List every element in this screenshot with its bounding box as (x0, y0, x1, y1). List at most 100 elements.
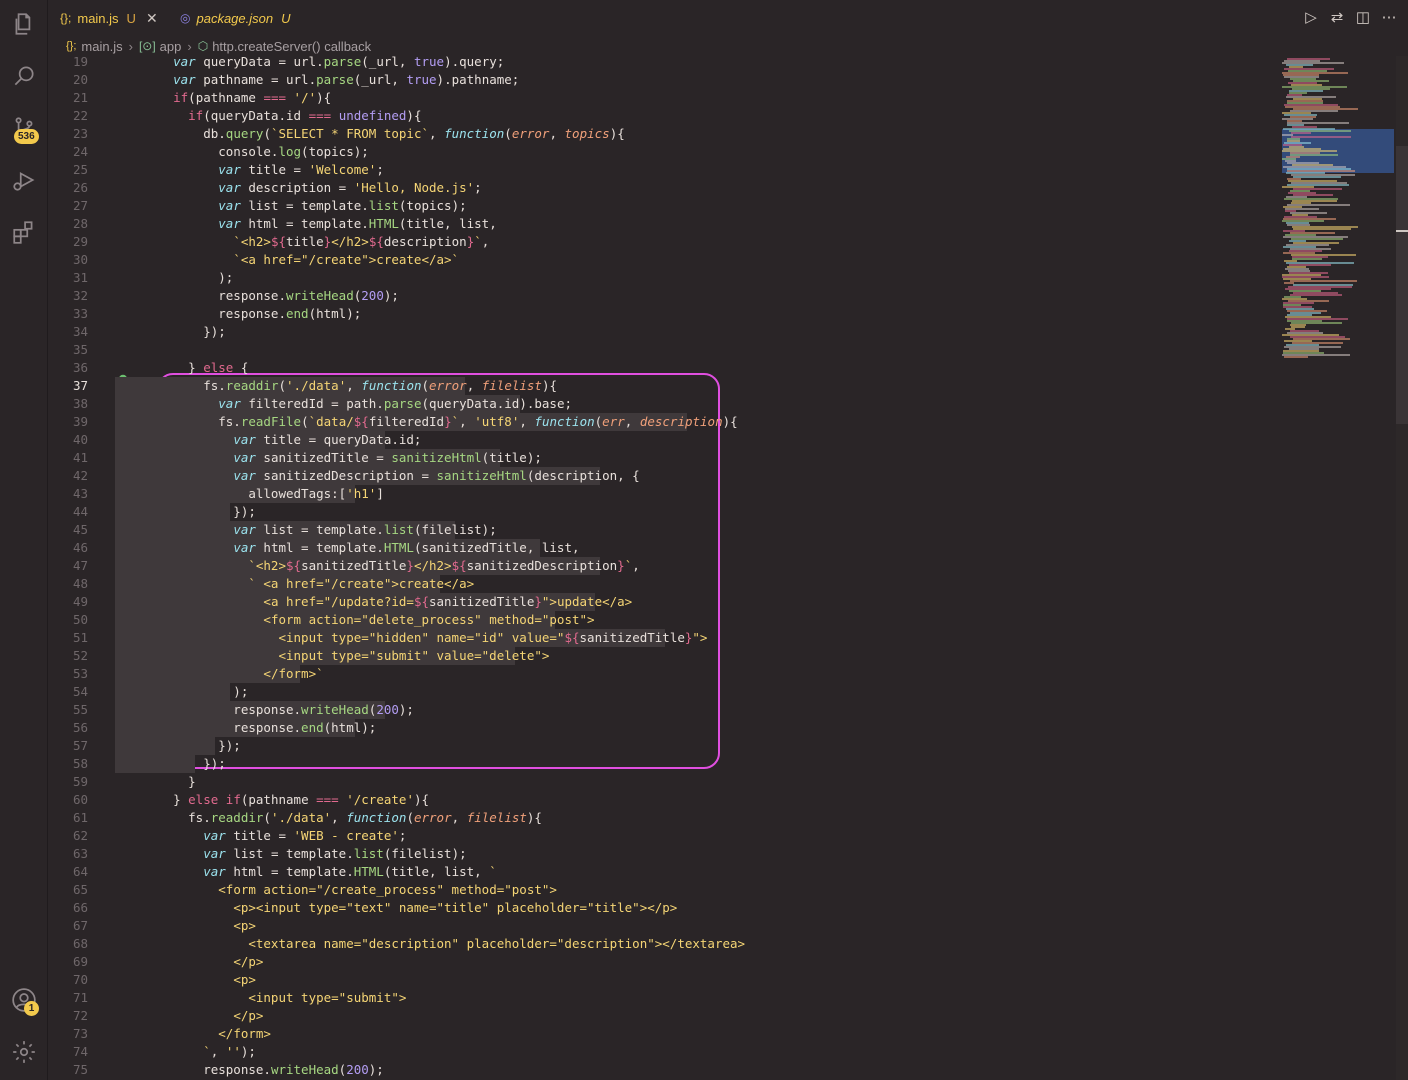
code-line[interactable]: 55 response.writeHead(200); (48, 701, 1278, 719)
code-line[interactable]: 63 var list = template.list(filelist); (48, 845, 1278, 863)
compare-changes-icon[interactable]: ⇄ (1328, 6, 1346, 28)
code-line[interactable]: 19 var queryData = url.parse(_url, true)… (48, 56, 1278, 71)
line-number: 62 (72, 828, 88, 843)
code-line[interactable]: 68 <textarea name="description" placehol… (48, 935, 1278, 953)
code-line[interactable]: 23 db.query(`SELECT * FROM topic`, funct… (48, 125, 1278, 143)
code-line[interactable]: 65 <form action="/create_process" method… (48, 881, 1278, 899)
code-line[interactable]: 49 <a href="/update?id=${sanitizedTitle}… (48, 593, 1278, 611)
line-number: 58 (72, 756, 88, 771)
code-line[interactable]: 67 <p> (48, 917, 1278, 935)
breadcrumb: {}; main.js › [⊙] app › ⬡ http.createSer… (48, 36, 1408, 56)
code-line[interactable]: 60 } else if(pathname === '/create'){ (48, 791, 1278, 809)
minimap[interactable] (1278, 56, 1396, 1080)
code-line[interactable]: 74 `, ''); (48, 1043, 1278, 1061)
tab-package-json[interactable]: ◎ package.json U (170, 0, 301, 36)
code-line[interactable]: 43 allowedTags:['h1'] (48, 485, 1278, 503)
run-debug-icon[interactable] (8, 164, 40, 196)
code-line[interactable]: 54 ); (48, 683, 1278, 701)
code-editor[interactable]: 19 var queryData = url.parse(_url, true)… (48, 56, 1278, 1080)
code-line[interactable]: 64 var html = template.HTML(title, list,… (48, 863, 1278, 881)
vertical-scrollbar[interactable] (1396, 56, 1408, 1080)
code-line[interactable]: 75 response.writeHead(200); (48, 1061, 1278, 1079)
code-line[interactable]: 66 <p><input type="text" name="title" pl… (48, 899, 1278, 917)
split-editor-icon[interactable]: ◫ (1354, 6, 1372, 28)
code-text: fs.readdir('./data', function(error, fil… (143, 378, 558, 393)
code-text: `<h2>${sanitizedTitle}</h2>${sanitizedDe… (248, 558, 640, 573)
code-line[interactable]: 32 response.writeHead(200); (48, 287, 1278, 305)
code-line[interactable]: 73 </form> (48, 1025, 1278, 1043)
gear-icon[interactable] (8, 1036, 40, 1068)
code-line[interactable]: 59 } (48, 773, 1278, 791)
minimap-line (1291, 136, 1351, 138)
code-line[interactable]: 70 <p> (48, 971, 1278, 989)
code-line[interactable]: 50 <form action="delete_process" method=… (48, 611, 1278, 629)
code-text: <form action="delete_process" method="po… (263, 612, 595, 627)
code-line[interactable]: 34 }); (48, 323, 1278, 341)
code-line[interactable]: 51 <input type="hidden" name="id" value=… (48, 629, 1278, 647)
code-line[interactable]: 38 var filteredId = path.parse(queryData… (48, 395, 1278, 413)
code-line[interactable]: 25 var title = 'Welcome'; (48, 161, 1278, 179)
code-text: var filteredId = path.parse(queryData.id… (218, 396, 572, 411)
code-line[interactable]: 29 `<h2>${title}</h2>${description}`, (48, 233, 1278, 251)
code-line[interactable]: 33 response.end(html); (48, 305, 1278, 323)
explorer-icon[interactable] (8, 8, 40, 40)
code-line[interactable]: 45 var list = template.list(filelist); (48, 521, 1278, 539)
tab-bar: {}; main.js U ✕ ◎ package.json U ▷ ⇄ ◫ ⋯ (48, 0, 1408, 36)
code-line[interactable]: 46 var html = template.HTML(sanitizedTit… (48, 539, 1278, 557)
code-text: }); (143, 756, 226, 771)
run-icon[interactable]: ▷ (1302, 6, 1320, 28)
code-line[interactable]: 22 if(queryData.id === undefined){ (48, 107, 1278, 125)
code-line[interactable]: 30 `<a href="/create">create</a>` (48, 251, 1278, 269)
tab-main-js[interactable]: {}; main.js U ✕ (50, 0, 168, 36)
code-text: var title = queryData.id; (233, 432, 422, 447)
code-line[interactable]: 27 var list = template.list(topics); (48, 197, 1278, 215)
code-line[interactable]: 61 fs.readdir('./data', function(error, … (48, 809, 1278, 827)
code-line[interactable]: 42 var sanitizedDescription = sanitizeHt… (48, 467, 1278, 485)
code-text: var pathname = url.parse(_url, true).pat… (173, 72, 520, 87)
code-line[interactable]: 21 if(pathname === '/'){ (48, 89, 1278, 107)
line-number: 45 (72, 522, 88, 537)
code-text: var title = 'Welcome'; (218, 162, 384, 177)
code-line[interactable]: 26 var description = 'Hello, Node.js'; (48, 179, 1278, 197)
code-text: response.end(html); (143, 306, 362, 321)
more-actions-icon[interactable]: ⋯ (1380, 6, 1398, 28)
code-text: <p> (233, 972, 256, 987)
code-text: console.log(topics); (143, 144, 369, 159)
breadcrumb-symbol-app[interactable]: app (160, 39, 182, 54)
code-line[interactable]: 28 var html = template.HTML(title, list, (48, 215, 1278, 233)
code-line[interactable]: 31 ); (48, 269, 1278, 287)
code-line[interactable]: 56 response.end(html); (48, 719, 1278, 737)
code-line[interactable]: 53 </form>` (48, 665, 1278, 683)
code-line[interactable]: 35 (48, 341, 1278, 359)
code-line[interactable]: 57 }); (48, 737, 1278, 755)
code-line[interactable]: 48 ` <a href="/create">create</a> (48, 575, 1278, 593)
code-line[interactable]: 40 var title = queryData.id; (48, 431, 1278, 449)
search-icon[interactable] (8, 60, 40, 92)
breadcrumb-symbol-callback[interactable]: http.createServer() callback (212, 39, 371, 54)
code-line[interactable]: 47 `<h2>${sanitizedTitle}</h2>${sanitize… (48, 557, 1278, 575)
extensions-icon[interactable] (8, 216, 40, 248)
code-text: var sanitizedDescription = sanitizeHtml(… (233, 468, 640, 483)
code-line[interactable]: 52 <input type="submit" value="delete"> (48, 647, 1278, 665)
code-line[interactable]: 72 </p> (48, 1007, 1278, 1025)
code-line[interactable]: 58 }); (48, 755, 1278, 773)
code-line[interactable]: 37 fs.readdir('./data', function(error, … (48, 377, 1278, 395)
breadcrumb-file[interactable]: main.js (81, 39, 122, 54)
line-number: 48 (72, 576, 88, 591)
code-line[interactable]: 71 <input type="submit"> (48, 989, 1278, 1007)
code-line[interactable]: 44 }); (48, 503, 1278, 521)
code-text: var html = template.HTML(title, list, ` (203, 864, 497, 879)
line-number: 23 (72, 126, 88, 141)
code-line[interactable]: 39 fs.readFile(`data/${filteredId}`, 'ut… (48, 413, 1278, 431)
code-line[interactable]: 69 </p> (48, 953, 1278, 971)
code-line[interactable]: 20 var pathname = url.parse(_url, true).… (48, 71, 1278, 89)
code-text: }); (143, 324, 226, 339)
code-line[interactable]: 41 var sanitizedTitle = sanitizeHtml(tit… (48, 449, 1278, 467)
code-text: response.writeHead(200); (143, 1062, 384, 1077)
code-line[interactable]: 62 var title = 'WEB - create'; (48, 827, 1278, 845)
scrollbar-thumb[interactable] (1396, 146, 1408, 424)
code-line[interactable]: 36 } else { (48, 359, 1278, 377)
line-number: 74 (72, 1044, 88, 1059)
close-icon[interactable]: ✕ (146, 10, 158, 27)
code-line[interactable]: 24 console.log(topics); (48, 143, 1278, 161)
